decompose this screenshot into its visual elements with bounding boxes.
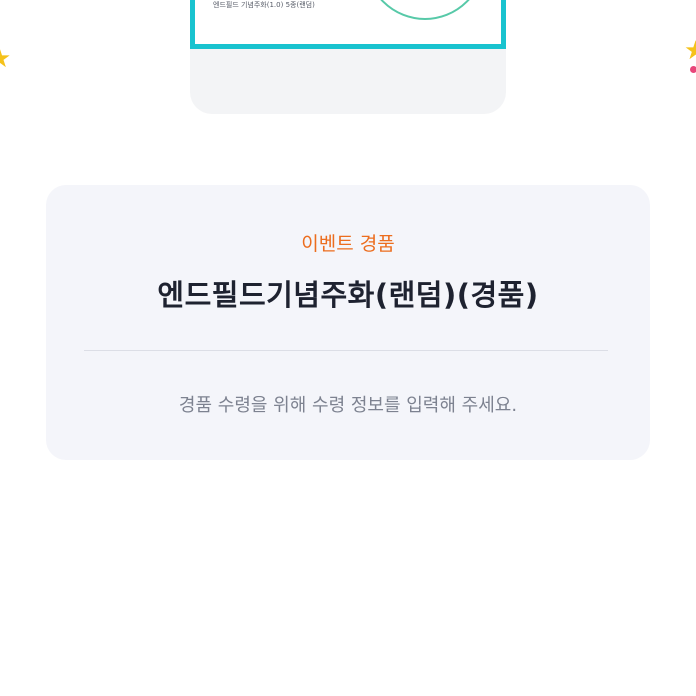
prize-image-caption: 엔드필드 기념주화(1.0) 5종(랜덤): [213, 1, 315, 9]
sparkle-icon: [690, 66, 696, 73]
event-label: 이벤트 경품: [301, 233, 395, 255]
coin-image: [365, 0, 485, 20]
star-icon: ★: [0, 46, 11, 72]
instruction-text: 경품 수령을 위해 수령 정보를 입력해 주세요.: [178, 395, 518, 416]
prize-image-frame: 엔드필드 기념주화(1.0) 5종(랜덤): [190, 0, 506, 49]
prize-info-card: 이벤트 경품 엔드필드기념주화(랜덤)(경품) 경품 수령을 위해 수령 정보를…: [46, 185, 650, 460]
prize-image-card: 엔드필드 기념주화(1.0) 5종(랜덤): [190, 0, 506, 114]
divider: [84, 350, 608, 351]
star-icon: ★: [684, 36, 696, 66]
prize-title: 엔드필드기념주화(랜덤)(경품): [157, 278, 539, 312]
page: ★ ★ 엔드필드 기념주화(1.0) 5종(랜덤) 이벤트 경품 엔드필드기념주…: [0, 0, 696, 696]
